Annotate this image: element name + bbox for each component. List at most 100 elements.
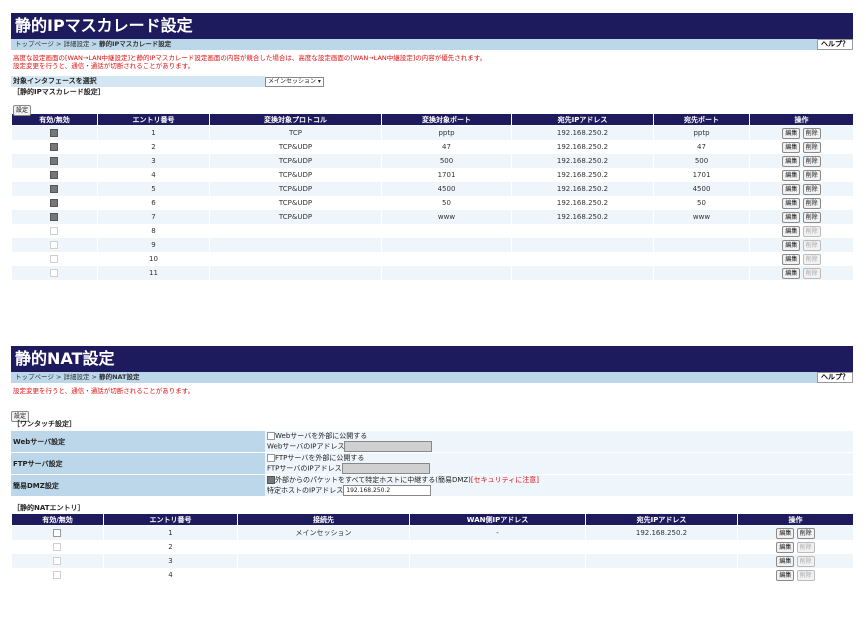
enabled-checkbox[interactable] <box>50 143 59 151</box>
web-ip-input[interactable] <box>344 441 433 452</box>
breadcrumb-top-link[interactable]: トップページ <box>15 373 54 381</box>
delete-button[interactable]: 削除 <box>802 225 821 237</box>
cell-port: 50 <box>381 196 512 210</box>
edit-button[interactable]: 編集 <box>776 527 795 539</box>
set-button[interactable]: 設定 <box>13 105 32 116</box>
delete-button[interactable]: 削除 <box>802 267 821 279</box>
help-button[interactable]: ヘルプ？ <box>817 39 853 50</box>
edit-button[interactable]: 編集 <box>782 141 801 153</box>
enabled-cell <box>11 196 98 210</box>
cell-dest <box>237 540 410 554</box>
enabled-checkbox[interactable] <box>50 157 59 165</box>
delete-button[interactable]: 削除 <box>802 169 821 181</box>
interface-select[interactable]: メインセッション ▾ <box>265 76 324 87</box>
delete-button[interactable]: 削除 <box>802 239 821 251</box>
enabled-checkbox[interactable] <box>50 185 59 193</box>
enabled-checkbox[interactable] <box>50 171 59 179</box>
enabled-checkbox[interactable] <box>53 543 62 551</box>
enabled-checkbox[interactable] <box>53 557 62 565</box>
cell-port <box>381 224 512 238</box>
edit-button[interactable]: 編集 <box>782 267 801 279</box>
cell-protocol <box>209 266 382 280</box>
edit-button[interactable]: 編集 <box>782 155 801 167</box>
delete-button[interactable]: 削除 <box>802 197 821 209</box>
ftp-ip-input[interactable] <box>341 463 430 474</box>
cell-no: 4 <box>97 168 210 182</box>
security-warning: [セキュリティに注意] <box>470 476 539 484</box>
enabled-checkbox[interactable] <box>50 269 59 277</box>
cell-wan_ip: - <box>409 525 586 540</box>
enabled-checkbox[interactable] <box>50 227 59 235</box>
delete-button[interactable]: 削除 <box>802 141 821 153</box>
delete-button[interactable]: 削除 <box>796 569 815 581</box>
column-header: 操作 <box>737 513 853 526</box>
cell-ip <box>585 540 738 554</box>
column-header: 宛先ポート <box>653 113 750 126</box>
delete-button[interactable]: 削除 <box>802 211 821 223</box>
edit-button[interactable]: 編集 <box>776 555 795 567</box>
page-title: 静的NAT設定 <box>11 346 853 372</box>
enabled-checkbox[interactable] <box>50 255 59 263</box>
cell-no: 3 <box>97 154 210 168</box>
dmz-ip-input[interactable]: 192.168.250.2 <box>343 485 432 496</box>
breadcrumb: トップページ > 詳細設定 > 静的NAT設定 ヘルプ？ <box>11 372 853 383</box>
breadcrumb-top-link[interactable]: トップページ <box>15 40 54 48</box>
delete-button[interactable]: 削除 <box>796 555 815 567</box>
cell-port: pptp <box>381 125 512 140</box>
enabled-checkbox[interactable] <box>50 199 59 207</box>
enabled-checkbox[interactable] <box>50 213 59 221</box>
enabled-checkbox[interactable] <box>53 529 62 537</box>
edit-button[interactable]: 編集 <box>782 225 801 237</box>
cell-ip: 192.168.250.2 <box>511 182 654 196</box>
ftp-publish-checkbox[interactable] <box>267 454 275 462</box>
breadcrumb: トップページ > 詳細設定 > 静的IPマスカレード設定 ヘルプ？ <box>11 39 853 50</box>
enabled-cell <box>11 125 98 140</box>
edit-button[interactable]: 編集 <box>776 541 795 553</box>
help-button[interactable]: ヘルプ？ <box>817 372 853 383</box>
operation-cell: 編集 削除 <box>749 196 853 210</box>
cell-ip <box>585 568 738 582</box>
cell-ip <box>585 554 738 568</box>
breadcrumb-detail-link[interactable]: 詳細設定 <box>63 40 89 48</box>
operation-cell: 編集 削除 <box>749 238 853 252</box>
edit-button[interactable]: 編集 <box>782 239 801 251</box>
cell-wan_ip <box>409 568 586 582</box>
static-nat-panel: 静的NAT設定 トップページ > 詳細設定 > 静的NAT設定 ヘルプ？ 設定変… <box>11 346 853 635</box>
edit-button[interactable]: 編集 <box>782 211 801 223</box>
cell-protocol <box>209 238 382 252</box>
enabled-cell <box>11 168 98 182</box>
cell-ip: 192.168.250.2 <box>585 525 738 540</box>
dmz-checkbox[interactable] <box>267 476 275 484</box>
enabled-checkbox[interactable] <box>53 571 62 579</box>
enabled-checkbox[interactable] <box>50 241 59 249</box>
interface-label: 対象インタフェースを選択 <box>11 76 265 87</box>
cell-ip: 192.168.250.2 <box>511 140 654 154</box>
edit-button[interactable]: 編集 <box>782 183 801 195</box>
delete-button[interactable]: 削除 <box>796 527 815 539</box>
delete-button[interactable]: 削除 <box>796 541 815 553</box>
cell-no: 8 <box>97 224 210 238</box>
cell-ip: 192.168.250.2 <box>511 154 654 168</box>
cell-port: 47 <box>381 140 512 154</box>
cell-port: 4500 <box>381 182 512 196</box>
web-publish-checkbox[interactable] <box>267 432 275 440</box>
column-header: 操作 <box>749 113 853 126</box>
edit-button[interactable]: 編集 <box>782 169 801 181</box>
breadcrumb-detail-link[interactable]: 詳細設定 <box>63 373 89 381</box>
cell-protocol: TCP&UDP <box>209 168 382 182</box>
dmz-ip-label: 特定ホストのIPアドレス <box>267 486 344 495</box>
enabled-cell <box>11 540 104 554</box>
edit-button[interactable]: 編集 <box>782 197 801 209</box>
cell-ip <box>511 252 654 266</box>
breadcrumb-sep: > <box>89 373 100 381</box>
enabled-checkbox[interactable] <box>50 129 59 137</box>
delete-button[interactable]: 削除 <box>802 253 821 265</box>
delete-button[interactable]: 削除 <box>802 183 821 195</box>
edit-button[interactable]: 編集 <box>782 253 801 265</box>
delete-button[interactable]: 削除 <box>802 155 821 167</box>
edit-button[interactable]: 編集 <box>776 569 795 581</box>
delete-button[interactable]: 削除 <box>802 127 821 139</box>
operation-cell: 編集 削除 <box>749 168 853 182</box>
enabled-cell <box>11 238 98 252</box>
edit-button[interactable]: 編集 <box>782 127 801 139</box>
